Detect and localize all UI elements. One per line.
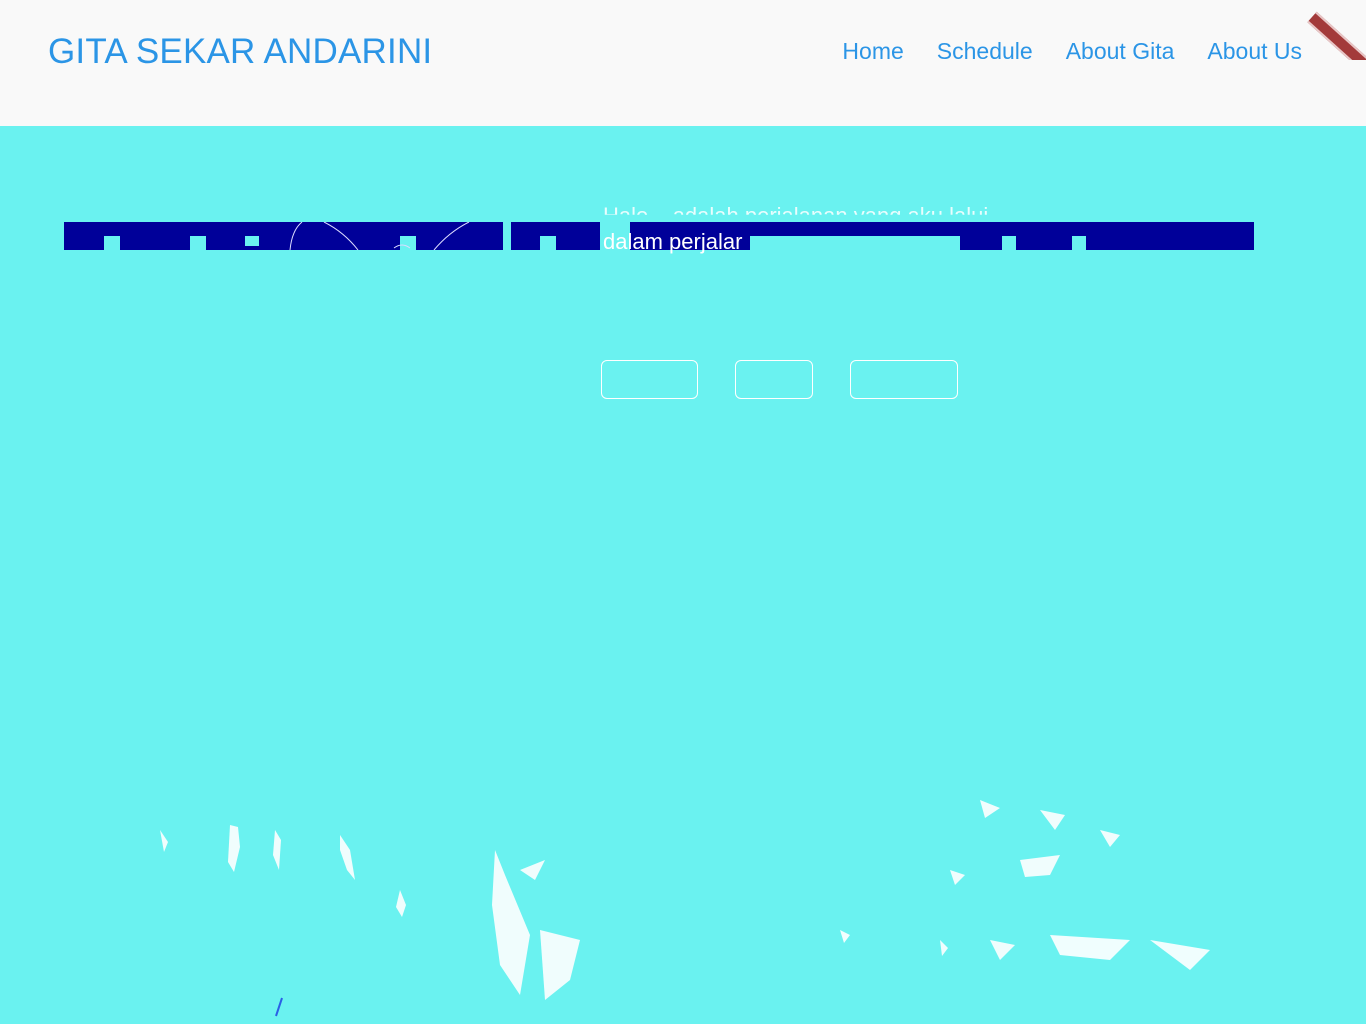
site-header: GITA SEKAR ANDARINI Home Schedule About … [0,0,1366,126]
corner-ribbon-decoration [1306,0,1366,60]
strip-notch [245,236,259,246]
nav-link-about-gita[interactable]: About Gita [1066,38,1175,65]
hero-button-3[interactable] [850,360,958,399]
strip-gap [1072,236,1086,250]
hero-button-1[interactable] [601,360,698,399]
main-nav: Home Schedule About Gita About Us [842,38,1302,65]
brand-logo-link[interactable]: GITA SEKAR ANDARINI [48,32,432,72]
strip-notch [104,236,120,250]
hero-text-line-2: dalam perjalar [603,229,743,254]
nav-link-about-us[interactable]: About Us [1207,38,1302,65]
strip-gap [1002,236,1016,250]
nav-link-home[interactable]: Home [842,38,903,65]
strip-notch [540,236,556,250]
strip-notch [190,236,206,250]
hero-text-mask [750,236,950,256]
strip-gap [503,222,511,250]
hero-button-2[interactable] [735,360,813,399]
nav-link-schedule[interactable]: Schedule [937,38,1033,65]
bottom-decorative-art [160,800,1210,1017]
sketch-illustration [289,222,470,250]
